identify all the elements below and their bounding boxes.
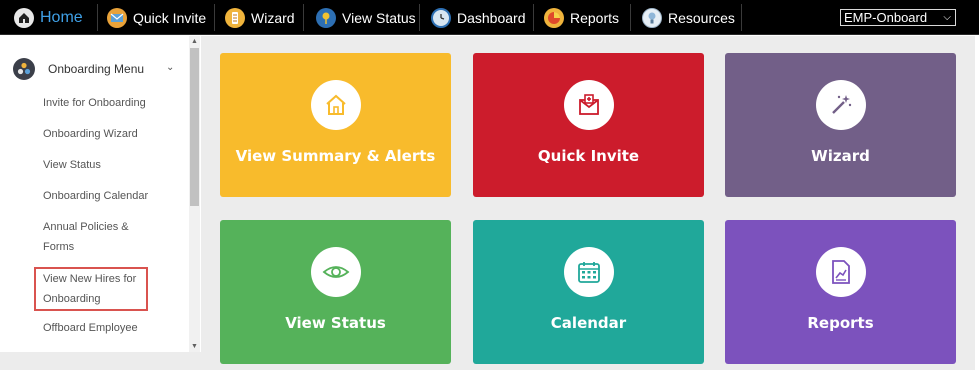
top-nav-bar: Home Quick Invite Wizard View Status Das… [0, 0, 979, 35]
envelope-icon [563, 80, 614, 130]
environment-select-value: EMP-Onboard [844, 10, 928, 25]
tile-label: Wizard [811, 147, 870, 165]
nav-view-status[interactable]: View Status [316, 0, 416, 35]
sidebar-item-annual-policies-forms[interactable]: Annual Policies & Forms [43, 217, 143, 257]
nav-view-status-label: View Status [342, 9, 416, 26]
tile-view-summary-alerts[interactable]: View Summary & Alerts [220, 53, 451, 197]
environment-select[interactable]: EMP-Onboard ⌵ [840, 9, 956, 26]
nav-wizard-label: Wizard [251, 9, 295, 26]
sidebar-item-onboarding-wizard[interactable]: Onboarding Wizard [43, 124, 163, 144]
sidebar-item-view-status[interactable]: View Status [43, 155, 163, 175]
nav-home[interactable]: Home [14, 0, 83, 35]
dashboard-tiles-area: View Summary & Alerts Quick Invite Wizar… [201, 36, 979, 370]
calendar-icon [563, 247, 614, 297]
magic-wand-icon [815, 80, 866, 130]
nav-divider [741, 4, 742, 31]
scroll-down-icon[interactable]: ▼ [191, 343, 198, 350]
eye-icon [310, 247, 361, 297]
nav-dashboard-label: Dashboard [457, 9, 526, 26]
nav-dashboard[interactable]: Dashboard [431, 0, 526, 35]
onboarding-menu-toggle[interactable]: Onboarding Menu ⌄ [13, 58, 174, 80]
nav-reports-label: Reports [570, 9, 620, 26]
nav-home-label: Home [40, 8, 83, 26]
tile-quick-invite[interactable]: Quick Invite [473, 53, 704, 197]
home-icon [310, 80, 361, 130]
menu-avatar-icon [13, 58, 35, 80]
sidebar-item-view-new-hires[interactable]: View New Hires for Onboarding [34, 267, 148, 311]
tile-reports[interactable]: Reports [725, 220, 956, 364]
scrollbar-thumb[interactable] [190, 48, 199, 206]
tile-label: Calendar [550, 314, 627, 332]
nav-resources[interactable]: Resources [642, 0, 735, 35]
pie-chart-icon [544, 7, 564, 28]
lightbulb-icon [642, 7, 662, 28]
tile-label: View Status [285, 314, 386, 332]
sidebar-item-onboarding-calendar[interactable]: Onboarding Calendar [43, 186, 163, 206]
chevron-down-icon: ⌄ [166, 62, 175, 73]
home-icon [14, 7, 34, 28]
nav-quick-invite[interactable]: Quick Invite [107, 0, 206, 35]
sidebar-item-offboard-employee[interactable]: Offboard Employee [43, 318, 163, 338]
nav-wizard[interactable]: Wizard [225, 0, 295, 35]
tile-label: View Summary & Alerts [235, 147, 436, 165]
nav-divider [533, 4, 534, 31]
tile-calendar[interactable]: Calendar [473, 220, 704, 364]
clock-icon [431, 7, 451, 28]
onboarding-menu-title: Onboarding Menu [48, 62, 145, 76]
nav-divider [419, 4, 420, 31]
nav-quick-invite-label: Quick Invite [133, 9, 207, 26]
chevron-down-icon: ⌵ [943, 12, 951, 23]
scroll-up-icon[interactable]: ▲ [191, 38, 198, 45]
nav-reports[interactable]: Reports [544, 0, 619, 35]
sidebar: Onboarding Menu ⌄ Invite for Onboarding … [0, 36, 200, 352]
sidebar-scrollbar[interactable]: ▲ ▼ [189, 36, 200, 352]
right-edge [975, 36, 979, 370]
envelope-icon [107, 7, 127, 28]
nav-divider [97, 4, 98, 31]
tile-view-status[interactable]: View Status [220, 220, 451, 364]
tile-wizard[interactable]: Wizard [725, 53, 956, 197]
pin-icon [316, 7, 336, 28]
tile-label: Reports [807, 314, 874, 332]
nav-resources-label: Resources [668, 9, 735, 26]
nav-divider [630, 4, 631, 31]
sidebar-item-invite-for-onboarding[interactable]: Invite for Onboarding [43, 93, 163, 113]
tile-label: Quick Invite [537, 147, 640, 165]
sidebar-footer-strip [0, 352, 201, 370]
wizard-icon [225, 7, 245, 28]
nav-divider [214, 4, 215, 31]
report-icon [815, 247, 866, 297]
nav-divider [303, 4, 304, 31]
